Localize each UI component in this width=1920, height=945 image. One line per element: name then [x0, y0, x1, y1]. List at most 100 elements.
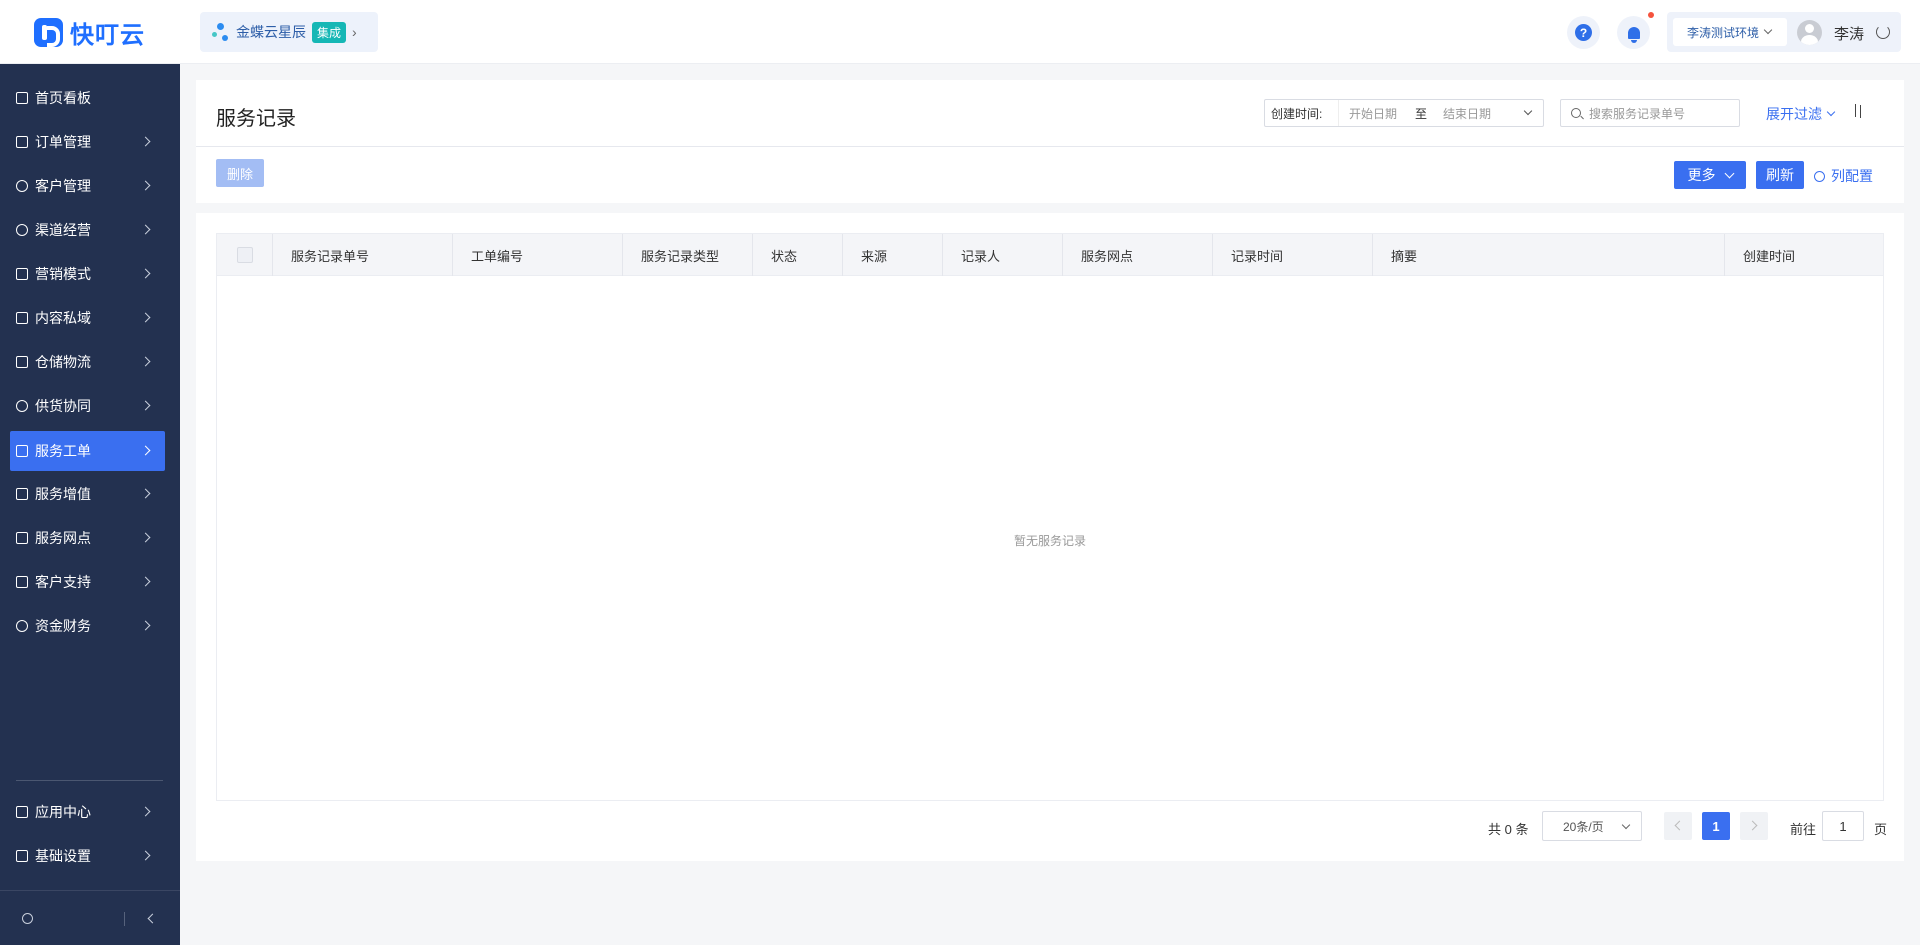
sidebar-item-label: 客户管理 [35, 178, 91, 194]
support-icon [16, 576, 28, 588]
end-date-input[interactable]: 结束日期 [1443, 105, 1513, 122]
column-header[interactable]: 来源 [842, 234, 942, 276]
sidebar-item-label: 客户支持 [35, 574, 91, 590]
column-header[interactable]: 服务记录类型 [622, 234, 752, 276]
column-header[interactable]: 工单编号 [452, 234, 622, 276]
created-date-range[interactable]: 创建时间: 开始日期 至 结束日期 [1264, 99, 1544, 127]
goto-page-input[interactable] [1822, 811, 1864, 841]
total-count: 共 0 条 [1488, 822, 1529, 837]
cube-icon [16, 806, 28, 818]
logo-text: 快叮云 [70, 21, 145, 49]
sidebar-item-supply[interactable]: 供货协同 [10, 386, 165, 426]
help-icon: ? [1575, 24, 1592, 41]
chevron-down-icon [1724, 168, 1734, 178]
start-date-input[interactable]: 开始日期 [1349, 105, 1405, 122]
column-header[interactable]: 创建时间 [1724, 234, 1883, 276]
sidebar-item-label: 内容私域 [35, 310, 91, 326]
column-config-button[interactable]: 列配置 [1814, 166, 1873, 186]
sidebar-item-customers[interactable]: 客户管理 [10, 166, 165, 206]
sidebar-item-service-tickets[interactable]: 服务工单 [10, 431, 165, 471]
user-area: 李涛测试环境 李涛 [1667, 12, 1901, 52]
select-all-checkbox[interactable] [236, 247, 253, 263]
sidebar-item-label: 应用中心 [35, 804, 91, 820]
chevron-right-icon [140, 576, 151, 587]
expand-filter-button[interactable]: 展开过滤 [1766, 104, 1836, 124]
refresh-button[interactable]: 刷新 [1756, 161, 1804, 189]
more-label: 更多 [1687, 167, 1716, 183]
column-header[interactable]: 状态 [752, 234, 842, 276]
chevron-down-icon [1621, 820, 1631, 830]
help-button[interactable]: ? [1567, 16, 1600, 49]
delete-button[interactable]: 删除 [216, 159, 264, 187]
chevron-right-icon [140, 850, 151, 861]
tenant-switcher[interactable]: 金蝶云星辰 集成 › [200, 12, 378, 52]
refresh-icon[interactable] [1876, 25, 1890, 39]
tenant-logo-icon [212, 21, 230, 43]
sidebar-item-app-center[interactable]: 应用中心 [10, 792, 165, 832]
sidebar-item-service-points[interactable]: 服务网点 [10, 518, 165, 558]
sidebar-item-content[interactable]: 内容私域 [10, 298, 165, 338]
chevron-down-icon [1826, 107, 1836, 117]
home-icon [16, 92, 28, 104]
sidebar-item-dashboard[interactable]: 首页看板 [10, 78, 165, 118]
sidebar-item-settings[interactable]: 基础设置 [10, 836, 165, 876]
page-size-select[interactable]: 20条/页 [1542, 811, 1642, 841]
supply-icon [16, 400, 28, 412]
user-icon [16, 180, 28, 192]
sidebar-item-finance[interactable]: 资金财务 [10, 606, 165, 646]
sidebar-item-orders[interactable]: 订单管理 [10, 122, 165, 162]
empty-state-text: 暂无服务记录 [1013, 534, 1086, 548]
gear-icon[interactable] [22, 913, 33, 924]
avatar[interactable] [1797, 20, 1822, 45]
environment-select[interactable]: 李涛测试环境 [1673, 18, 1787, 46]
page-number-current[interactable]: 1 [1702, 812, 1730, 840]
tenant-name: 金蝶云星辰 [236, 24, 306, 40]
column-header[interactable]: 记录人 [942, 234, 1062, 276]
goto-label: 前往 [1790, 822, 1817, 837]
chevron-right-icon [140, 806, 151, 817]
more-button[interactable]: 更多 [1674, 161, 1746, 189]
search-input[interactable]: 搜索服务记录单号 [1560, 99, 1740, 127]
chevron-down-icon [1763, 25, 1773, 35]
sidebar-item-marketing[interactable]: 营销模式 [10, 254, 165, 294]
prev-page-button[interactable] [1664, 812, 1692, 840]
column-header[interactable]: 摘要 [1372, 234, 1724, 276]
collapse-sidebar-icon[interactable] [147, 913, 158, 924]
app-logo[interactable]: 快叮云 [34, 17, 145, 49]
page-header-card: 服务记录 创建时间: 开始日期 至 结束日期 搜索服务记录单号 展开过滤 删除 … [196, 80, 1904, 203]
top-bar: 快叮云 金蝶云星辰 集成 › ? 李涛测试环境 李涛 [0, 0, 1920, 64]
pagination: 共 0 条 20条/页 1 前往 页 [196, 811, 1904, 841]
sort-icon[interactable] [1852, 104, 1864, 118]
store-icon [16, 532, 28, 544]
sidebar-item-label: 资金财务 [35, 618, 91, 634]
order-icon [16, 136, 28, 148]
search-placeholder: 搜索服务记录单号 [1589, 106, 1686, 121]
chevron-right-icon [140, 620, 151, 631]
sidebar-item-support[interactable]: 客户支持 [10, 562, 165, 602]
sidebar-item-label: 服务网点 [35, 530, 91, 546]
image-icon [16, 312, 28, 324]
chevron-right-icon [140, 488, 151, 499]
sidebar-item-warehouse[interactable]: 仓储物流 [10, 342, 165, 382]
column-header[interactable]: 服务记录单号 [272, 234, 452, 276]
column-header[interactable]: 记录时间 [1212, 234, 1372, 276]
column-config-label: 列配置 [1831, 168, 1873, 184]
page-title: 服务记录 [216, 108, 296, 130]
username[interactable]: 李涛 [1834, 23, 1864, 44]
bag-icon [16, 488, 28, 500]
sidebar-item-channels[interactable]: 渠道经营 [10, 210, 165, 250]
goto-suffix: 页 [1874, 822, 1888, 837]
tenant-integration-badge: 集成 [312, 21, 347, 43]
date-range-label: 创建时间: [1265, 100, 1339, 126]
sidebar-item-value-added[interactable]: 服务增值 [10, 474, 165, 514]
table-header: 服务记录单号 工单编号 服务记录类型 状态 来源 记录人 服务网点 记录时间 摘… [217, 234, 1883, 276]
column-header[interactable]: 服务网点 [1062, 234, 1212, 276]
sidebar-footer [0, 890, 180, 945]
gear-icon [1814, 170, 1825, 182]
next-page-button[interactable] [1740, 812, 1768, 840]
chevron-right-icon [140, 224, 151, 235]
sidebar-divider [16, 780, 163, 781]
sidebar-item-label: 服务工单 [35, 443, 91, 459]
notification-button[interactable] [1617, 16, 1650, 49]
records-table: 服务记录单号 工单编号 服务记录类型 状态 来源 记录人 服务网点 记录时间 摘… [216, 233, 1884, 801]
